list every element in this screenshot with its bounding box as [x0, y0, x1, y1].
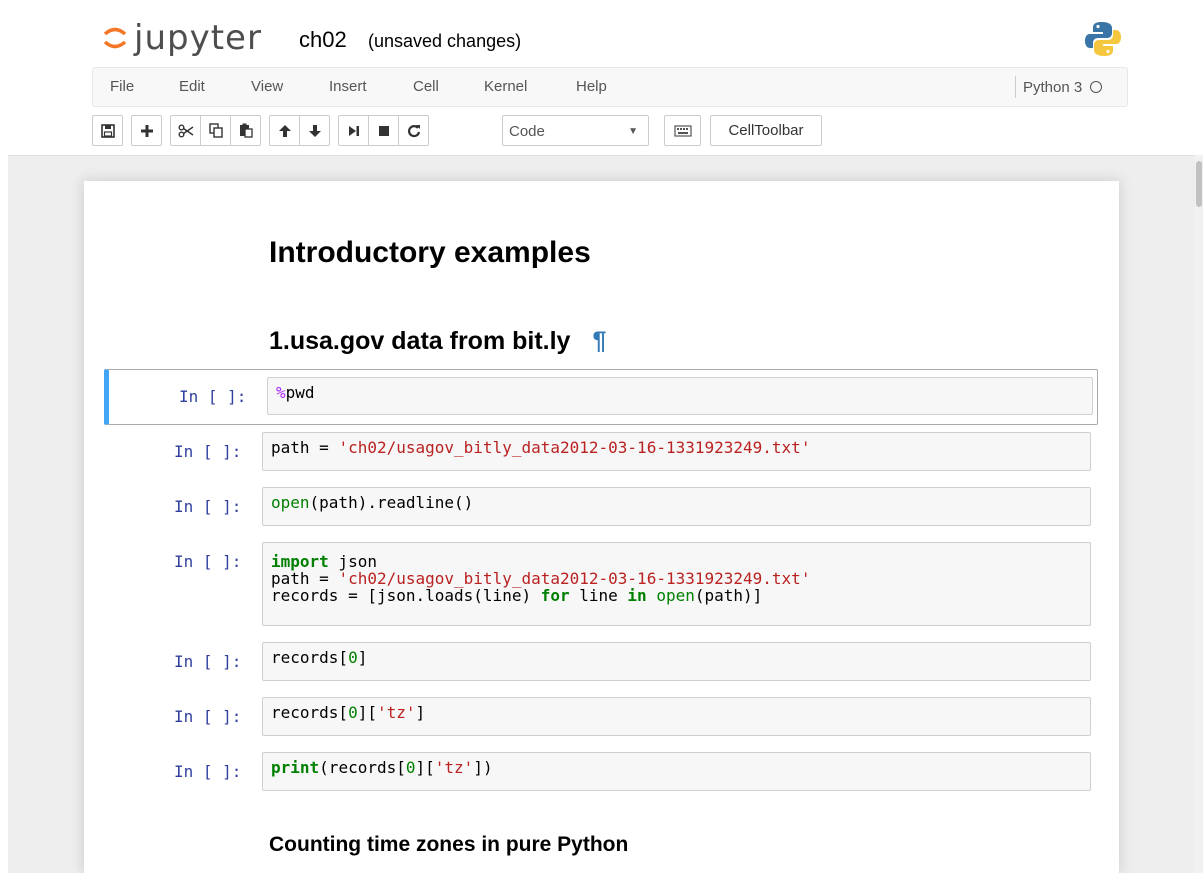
input-prompt: In [ ]: [174, 762, 242, 781]
notebook-name[interactable]: ch02 [299, 27, 347, 53]
caret-down-icon: ▼ [628, 126, 638, 137]
code-input[interactable]: path = 'ch02/usagov_bitly_data2012-03-16… [262, 432, 1091, 471]
kernel-indicator[interactable]: Python 3 [1015, 76, 1103, 98]
save-status: (unsaved changes) [368, 31, 522, 51]
cell-type-value: Code [509, 123, 545, 140]
heading-counting-time-zones: Counting time zones in pure Python [269, 833, 629, 856]
code-cell[interactable]: In [ ]: import json path = 'ch02/usagov_… [104, 542, 1098, 627]
code-cell[interactable]: In [ ]: print(records[0]['tz']) [104, 752, 1098, 793]
run-button[interactable] [338, 115, 369, 146]
code-cell[interactable]: In [ ]: %pwd [104, 369, 1098, 425]
code-input[interactable]: records[0] [262, 642, 1091, 681]
arrow-down-icon [308, 124, 321, 137]
code-cell[interactable]: In [ ]: path = 'ch02/usagov_bitly_data20… [104, 432, 1098, 473]
input-prompt: In [ ]: [174, 497, 242, 516]
input-prompt: In [ ]: [174, 442, 242, 461]
cell-type-select[interactable]: Code ▼ [502, 115, 649, 146]
input-prompt: In [ ]: [174, 707, 242, 726]
save-icon [100, 123, 115, 138]
code-cell[interactable]: In [ ]: open(path).readline() [104, 487, 1098, 528]
code-input[interactable]: print(records[0]['tz']) [262, 752, 1091, 791]
keyboard-icon [673, 124, 692, 137]
input-prompt: In [ ]: [174, 652, 242, 671]
move-down-button[interactable] [299, 115, 330, 146]
input-prompt: In [ ]: [174, 552, 242, 571]
kernel-name: Python 3 [1023, 78, 1083, 96]
restart-button[interactable] [398, 115, 429, 146]
jupyter-logo-icon [103, 27, 127, 49]
python-logo-icon [1085, 22, 1121, 56]
paste-button[interactable] [230, 115, 261, 146]
scissors-icon [178, 124, 193, 137]
plus-icon [140, 124, 153, 137]
kernel-idle-icon [1090, 81, 1103, 93]
menu-help[interactable]: Help [576, 78, 607, 95]
anchor-link[interactable]: ¶ [592, 327, 606, 355]
cut-button[interactable] [170, 115, 201, 146]
notebook-header: jupyter ch02 (unsaved changes) File Edit… [0, 0, 1203, 155]
copy-icon [208, 123, 223, 138]
paste-icon [239, 123, 253, 138]
code-input[interactable]: %pwd [267, 377, 1093, 415]
interrupt-button[interactable] [368, 115, 399, 146]
menu-kernel[interactable]: Kernel [484, 78, 527, 95]
command-palette-button[interactable] [664, 115, 701, 146]
copy-button[interactable] [200, 115, 231, 146]
move-up-button[interactable] [269, 115, 300, 146]
arrow-up-icon [278, 124, 291, 137]
heading-text: 1.usa.gov data from bit.ly [269, 327, 571, 355]
code-cell[interactable]: In [ ]: records[0]['tz'] [104, 697, 1098, 738]
restart-icon [407, 124, 420, 137]
code-cell[interactable]: In [ ]: records[0] [104, 642, 1098, 683]
heading-usa-gov-data: 1.usa.gov data from bit.ly ¶ [269, 327, 606, 356]
code-input[interactable]: records[0]['tz'] [262, 697, 1091, 736]
menu-view[interactable]: View [251, 78, 283, 95]
menu-insert[interactable]: Insert [329, 78, 367, 95]
heading-introductory-examples: Introductory examples [269, 236, 591, 269]
save-button[interactable] [92, 115, 123, 146]
stop-icon [378, 125, 389, 136]
logo-text: jupyter [134, 18, 262, 58]
celltoolbar-button[interactable]: CellToolbar [710, 115, 822, 146]
step-forward-icon [348, 125, 359, 136]
input-prompt: In [ ]: [179, 387, 247, 406]
code-input[interactable]: open(path).readline() [262, 487, 1091, 526]
insert-cell-button[interactable] [131, 115, 162, 146]
menu-edit[interactable]: Edit [179, 78, 205, 95]
scrollbar-thumb[interactable] [1196, 161, 1202, 207]
menu-cell[interactable]: Cell [413, 78, 439, 95]
jupyter-logo[interactable]: jupyter [102, 18, 262, 58]
menu-file[interactable]: File [110, 78, 134, 95]
vertical-scrollbar[interactable] [1195, 155, 1203, 873]
menubar: File Edit View Insert Cell Kernel Help P… [92, 67, 1128, 107]
code-input[interactable]: import json path = 'ch02/usagov_bitly_da… [262, 542, 1091, 626]
